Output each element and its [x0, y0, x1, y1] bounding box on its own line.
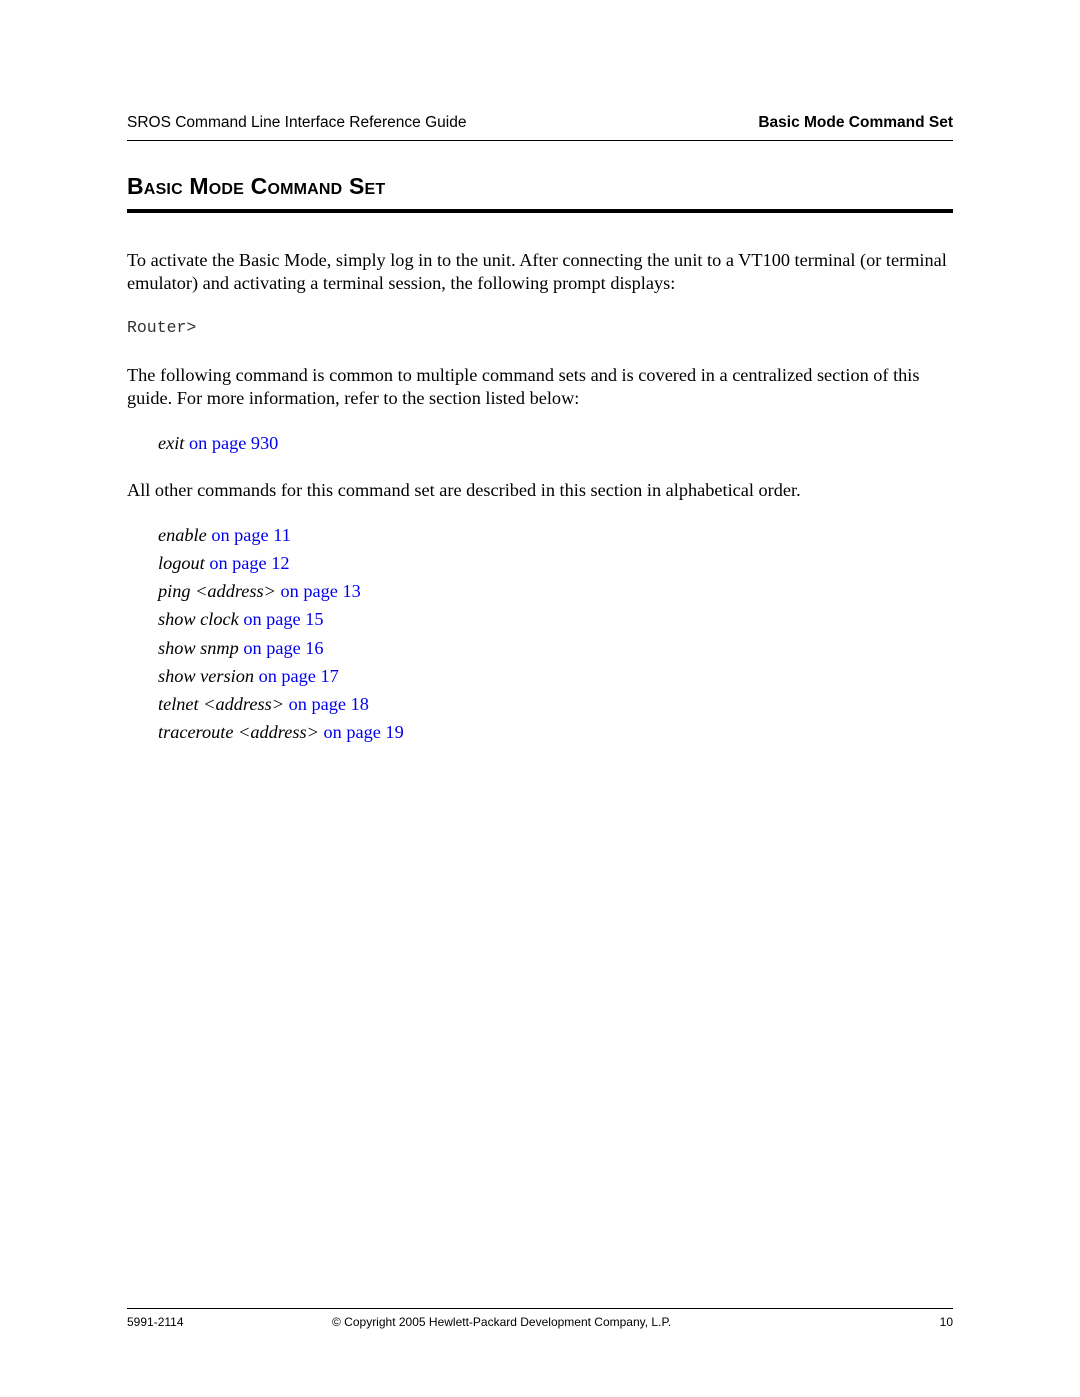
command-ref: enable on page 11	[158, 524, 291, 547]
page-number: 10	[939, 1315, 953, 1329]
command-ref: ping <address> on page 13	[158, 580, 361, 603]
command-ref: show snmp on page 16	[158, 637, 324, 660]
command-name: telnet <address>	[158, 694, 285, 714]
common-command-paragraph: The following command is common to multi…	[127, 365, 920, 408]
intro-paragraph: To activate the Basic Mode, simply log i…	[127, 250, 947, 293]
command-ref: telnet <address> on page 18	[158, 693, 369, 716]
page-footer: 5991-2114 © Copyright 2005 Hewlett-Packa…	[127, 1308, 953, 1329]
page-link[interactable]: on page 11	[211, 525, 291, 545]
page-link[interactable]: on page 12	[209, 553, 289, 573]
document-number: 5991-2114	[127, 1315, 184, 1329]
command-name: exit	[158, 433, 185, 453]
page-link[interactable]: on page 15	[243, 609, 323, 629]
router-prompt: Router>	[127, 318, 197, 337]
command-ref: logout on page 12	[158, 552, 290, 575]
command-name: show clock	[158, 609, 239, 629]
command-name: logout	[158, 553, 205, 573]
page-link[interactable]: on page 18	[289, 694, 369, 714]
page-link[interactable]: on page 16	[243, 638, 323, 658]
common-command-ref: exit on page 930	[158, 432, 278, 455]
command-name: traceroute <address>	[158, 722, 319, 742]
copyright-notice: © Copyright 2005 Hewlett-Packard Develop…	[332, 1315, 672, 1329]
page-link[interactable]: on page 13	[281, 581, 361, 601]
command-ref: traceroute <address> on page 19	[158, 721, 404, 744]
page-link[interactable]: on page 930	[189, 433, 278, 453]
command-name: ping <address>	[158, 581, 276, 601]
command-ref: show version on page 17	[158, 665, 339, 688]
command-name: show snmp	[158, 638, 239, 658]
header-section-name: Basic Mode Command Set	[758, 114, 953, 131]
command-ref: show clock on page 15	[158, 608, 324, 631]
page-link[interactable]: on page 17	[259, 666, 339, 686]
section-title: Basic Mode Command Set	[127, 171, 953, 213]
command-name: show version	[158, 666, 254, 686]
guide-title: SROS Command Line Interface Reference Gu…	[127, 114, 467, 131]
page-link[interactable]: on page 19	[324, 722, 404, 742]
page-header: SROS Command Line Interface Reference Gu…	[127, 112, 953, 141]
command-name: enable	[158, 525, 207, 545]
alphabetical-paragraph: All other commands for this command set …	[127, 480, 801, 500]
